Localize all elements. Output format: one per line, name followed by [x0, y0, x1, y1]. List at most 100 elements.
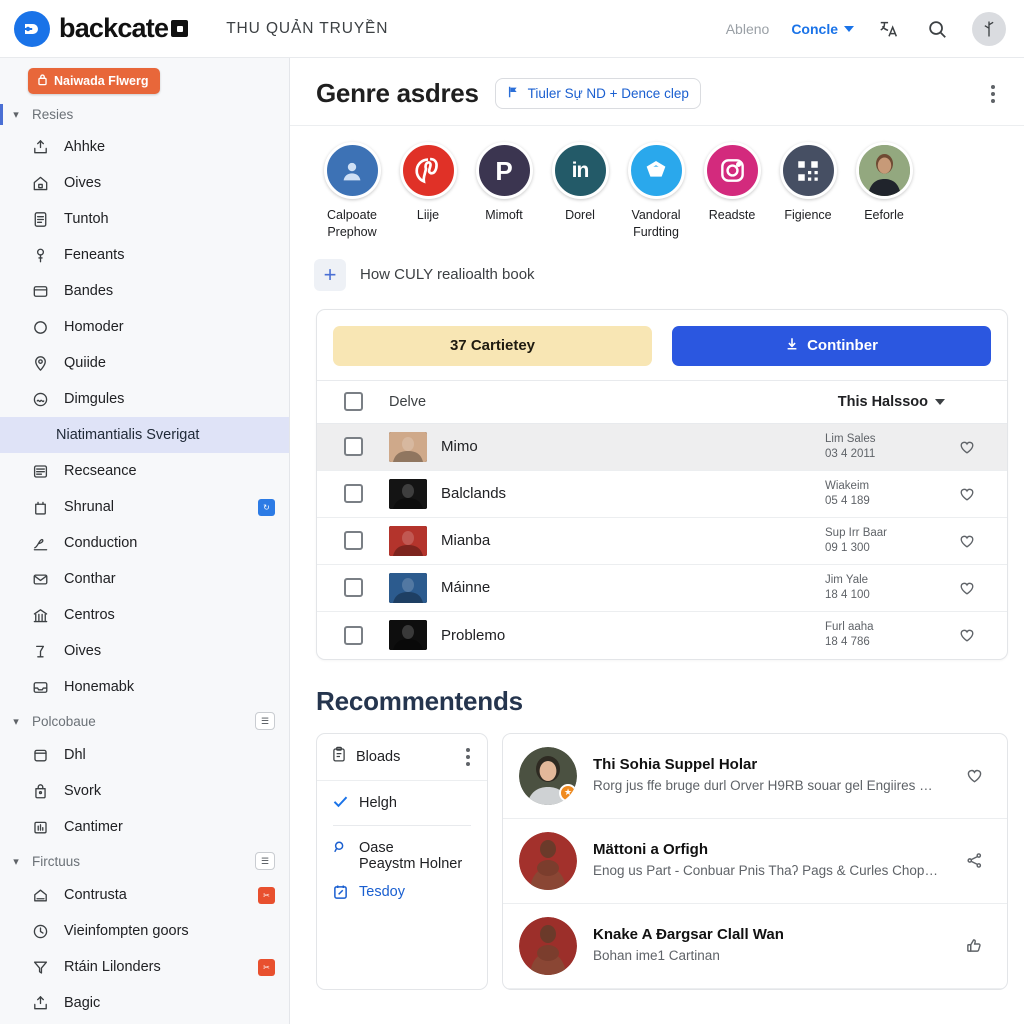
- row-checkbox[interactable]: [343, 437, 363, 457]
- table-row[interactable]: Mianba Sup Irr Baar 09 1 300: [317, 518, 1007, 565]
- social-item[interactable]: Figience: [770, 142, 846, 241]
- sidebar-item-centros[interactable]: Centros: [0, 597, 289, 633]
- plus-icon[interactable]: +: [314, 258, 346, 291]
- sidebar-item-conthar[interactable]: Conthar: [0, 561, 289, 597]
- row-select-cell[interactable]: [317, 578, 389, 598]
- heart-icon[interactable]: [945, 438, 989, 456]
- recommendation-item[interactable]: ★ Thi Sohia Suppel Holar Rorg jus ffe brug…: [503, 734, 1007, 819]
- sidebar-item-homoder[interactable]: Homoder: [0, 309, 289, 345]
- pinterest-icon[interactable]: [399, 142, 457, 199]
- collapse-icon[interactable]: ☰: [255, 712, 275, 730]
- heart-icon[interactable]: [945, 579, 989, 597]
- recommendation-item[interactable]: Knake A Ɖargsar Clall Wan Bohan ime1 Cart…: [503, 904, 1007, 989]
- social-item[interactable]: in Dorel: [542, 142, 618, 241]
- sidebar-item-label: Contrusta: [64, 887, 127, 903]
- sidebar-item-oives[interactable]: Oives: [0, 165, 289, 201]
- photo-avatar-icon[interactable]: [855, 142, 913, 199]
- row-select-cell[interactable]: [317, 437, 389, 457]
- bloads-check-item[interactable]: Helgh: [331, 795, 473, 811]
- sidebar-item-bagic[interactable]: Bagic: [0, 985, 289, 1021]
- row-meta-primary: Sup Irr Baar: [825, 526, 887, 539]
- sidebar-item-tuntoh[interactable]: Tuntoh: [0, 201, 289, 237]
- sidebar-item-honemabk[interactable]: Honemabk: [0, 669, 289, 705]
- heart-icon[interactable]: [945, 485, 989, 503]
- row-checkbox[interactable]: [343, 531, 363, 551]
- sidebar-group-header[interactable]: ▾ Resies: [0, 100, 289, 129]
- heart-icon[interactable]: [957, 766, 991, 785]
- bloads-link-item[interactable]: Tesdoy: [331, 884, 473, 900]
- sidebar-item-shrunal[interactable]: Shrunal ↻: [0, 489, 289, 525]
- continue-button[interactable]: Continber: [672, 325, 991, 366]
- row-select-cell[interactable]: [317, 625, 389, 645]
- add-row[interactable]: + How CULY realioalth book: [290, 245, 1024, 305]
- row-checkbox[interactable]: [343, 625, 363, 645]
- topbar-link-muted[interactable]: Ableno: [726, 21, 770, 37]
- sidebar-item-bandes[interactable]: Bandes: [0, 273, 289, 309]
- sidebar-item-badge[interactable]: ✂: [258, 886, 275, 904]
- thumb-icon[interactable]: [957, 936, 991, 955]
- sidebar-item-badge[interactable]: ✂: [258, 958, 275, 976]
- sidebar-item-quiide[interactable]: Quiide: [0, 345, 289, 381]
- social-item[interactable]: Vandoral Furdting: [618, 142, 694, 241]
- linkedin-icon[interactable]: in: [551, 142, 609, 199]
- sidebar-item-conduction[interactable]: Conduction: [0, 525, 289, 561]
- p-letter-icon[interactable]: P: [475, 142, 533, 199]
- sidebar-group-header[interactable]: ▾ Polcobaue ☰: [0, 705, 289, 737]
- social-item[interactable]: Eeforle: [846, 142, 922, 241]
- social-item[interactable]: Readste: [694, 142, 770, 241]
- sidebar-item-niatimantialis-sverigat[interactable]: Niatimantialis Sverigat: [0, 417, 289, 453]
- column-header-sort[interactable]: This Halssoo: [838, 394, 945, 410]
- sidebar-item-oives[interactable]: Oives: [0, 633, 289, 669]
- instagram-icon[interactable]: [703, 142, 761, 199]
- filter-chip-button[interactable]: Tiuler Sự ND + Dence clep: [494, 78, 701, 109]
- row-checkbox[interactable]: [343, 484, 363, 504]
- sidebar-item-recseance[interactable]: Recseance: [0, 453, 289, 489]
- sidebar-item-dimgules[interactable]: Dimgules: [0, 381, 289, 417]
- table-row[interactable]: Máinne Jim Yale 18 4 100: [317, 565, 1007, 612]
- sidebar-item-vieinfompten-goors[interactable]: Vieinfompten goors: [0, 913, 289, 949]
- row-checkbox[interactable]: [343, 578, 363, 598]
- heart-icon[interactable]: [945, 532, 989, 550]
- sidebar-item-ahhke[interactable]: Ahhke: [0, 129, 289, 165]
- row-select-cell[interactable]: [317, 484, 389, 504]
- chevron-down-icon: ▾: [13, 855, 19, 868]
- person-icon[interactable]: [323, 142, 381, 199]
- table-row[interactable]: Balclands Wiakeim 05 4 189: [317, 471, 1007, 518]
- select-all-cell[interactable]: [317, 392, 389, 412]
- row-name: Problemo: [441, 626, 506, 644]
- user-avatar-icon[interactable]: [972, 11, 1006, 46]
- sidebar-item-dhl[interactable]: Dhl: [0, 737, 289, 773]
- table-row[interactable]: Mimo Lim Sales 03 4 2011: [317, 423, 1007, 471]
- row-select-cell[interactable]: [317, 531, 389, 551]
- divider: [333, 824, 471, 826]
- sidebar-item-badge[interactable]: ↻: [258, 498, 275, 516]
- bloads-item-2[interactable]: Oase Peaystm Holner: [331, 840, 473, 872]
- sidebar-item-svork[interactable]: Svork: [0, 773, 289, 809]
- table-row[interactable]: Problemo Furl aaha 18 4 786: [317, 612, 1007, 659]
- search-icon[interactable]: [924, 16, 950, 42]
- qr-grid-icon[interactable]: [779, 142, 837, 199]
- heart-icon[interactable]: [945, 626, 989, 644]
- brand[interactable]: backcate: [14, 10, 189, 47]
- select-all-checkbox[interactable]: [343, 392, 363, 412]
- count-button[interactable]: 37 Cartietey: [333, 325, 652, 366]
- mail-fold-icon[interactable]: [627, 142, 685, 199]
- sidebar-item-feneants[interactable]: Feneants: [0, 237, 289, 273]
- sidebar-item-cantimer[interactable]: Cantimer: [0, 809, 289, 845]
- recommendation-item[interactable]: Mättoni a Orfigh Enog us Part - Conbuar P…: [503, 819, 1007, 904]
- more-vertical-icon[interactable]: [461, 747, 475, 766]
- social-item[interactable]: Calpoate Prephow: [314, 142, 390, 241]
- translate-icon[interactable]: [876, 16, 902, 42]
- collapse-icon[interactable]: ☰: [255, 852, 275, 870]
- topbar-link-accent[interactable]: Concle: [791, 21, 854, 37]
- more-vertical-icon[interactable]: [982, 84, 1004, 103]
- sidebar-alert-pill[interactable]: Naiwada Flwerg: [28, 68, 161, 94]
- share-icon[interactable]: [957, 851, 991, 870]
- sidebar-group-header[interactable]: ▾ Firctuus ☰: [0, 845, 289, 877]
- social-item[interactable]: Liije: [390, 142, 466, 241]
- sidebar-item-contrusta[interactable]: Contrusta ✂: [0, 877, 289, 913]
- recommendation-text: Thi Sohia Suppel Holar Rorg jus ffe bruge…: [593, 756, 941, 796]
- social-item[interactable]: P Mimoft: [466, 142, 542, 241]
- sidebar-item-rt-in-lilonders[interactable]: Rtáin Lilonders ✂: [0, 949, 289, 985]
- archive-icon: [30, 885, 50, 905]
